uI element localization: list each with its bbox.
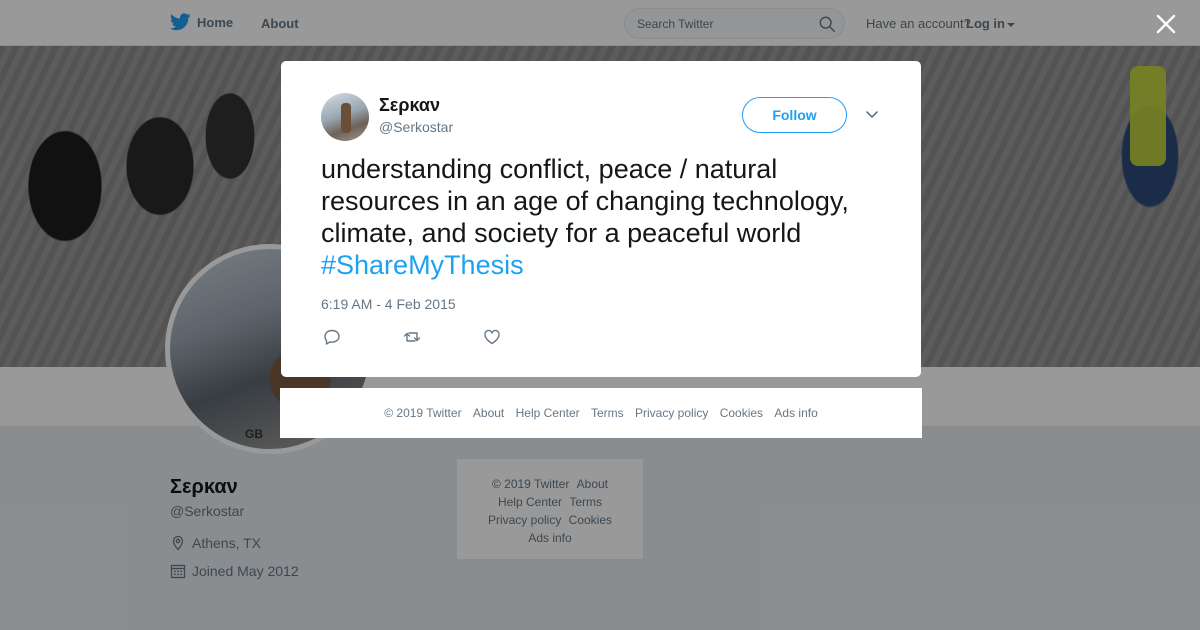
modal-footer-privacy-link[interactable]: Privacy policy <box>635 406 708 420</box>
avatar-figure <box>341 103 351 133</box>
chevron-down-icon[interactable] <box>865 109 879 121</box>
tweet-text: understanding conflict, peace / natural … <box>321 153 891 281</box>
modal-footer-cookies-link[interactable]: Cookies <box>720 406 763 420</box>
tweet-timestamp[interactable]: 6:19 AM - 4 Feb 2015 <box>321 296 456 312</box>
follow-button[interactable]: Follow <box>742 97 847 133</box>
modal-footer-ads-link[interactable]: Ads info <box>774 406 817 420</box>
tweet-body: understanding conflict, peace / natural … <box>321 154 849 248</box>
like-icon[interactable] <box>482 327 502 347</box>
modal-footer-help-link[interactable]: Help Center <box>516 406 580 420</box>
tweet-author-handle[interactable]: @Serkostar <box>379 119 453 135</box>
modal-footer-about-link[interactable]: About <box>473 406 504 420</box>
modal-footer-terms-link[interactable]: Terms <box>591 406 624 420</box>
tweet-author-avatar[interactable] <box>321 93 369 141</box>
reply-icon[interactable] <box>322 327 342 347</box>
retweet-icon[interactable] <box>402 327 422 347</box>
modal-footer-copyright: © 2019 Twitter <box>384 406 462 420</box>
modal-footer: © 2019 Twitter About Help Center Terms P… <box>280 388 922 438</box>
tweet-author-name[interactable]: Σερκαν <box>379 95 440 116</box>
tweet-hashtag-link[interactable]: #ShareMyThesis <box>321 249 891 281</box>
close-icon[interactable] <box>1154 12 1178 36</box>
tweet-modal: Σερκαν @Serkostar Follow understanding c… <box>281 61 921 377</box>
